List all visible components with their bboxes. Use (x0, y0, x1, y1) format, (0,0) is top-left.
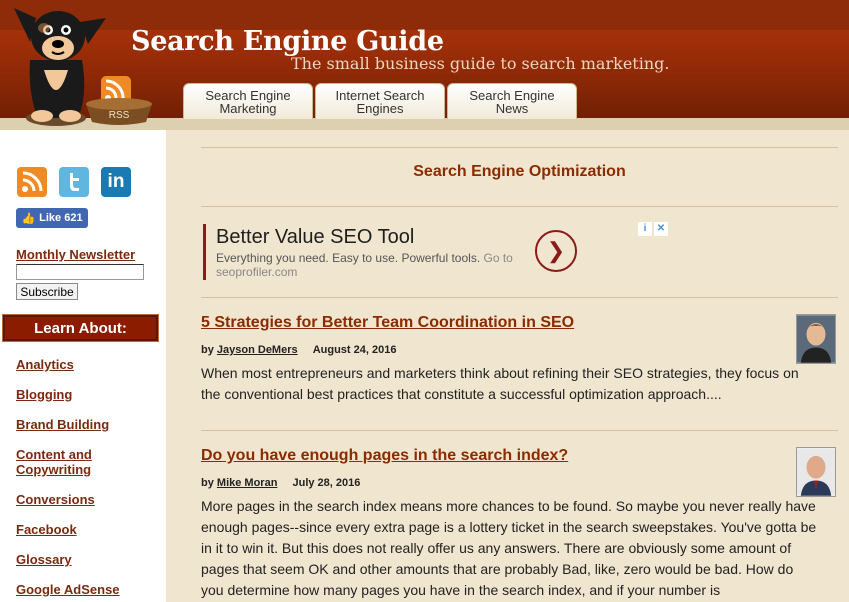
chevron-right-icon: ❯ (546, 238, 566, 263)
category-link-google-adsense[interactable]: Google AdSense (16, 582, 156, 597)
category-link-analytics[interactable]: Analytics (16, 357, 156, 372)
byline-prefix: by (201, 477, 214, 489)
newsletter-email-input[interactable] (16, 264, 144, 280)
like-count: Like 621 (39, 212, 83, 224)
divider (201, 430, 838, 431)
category-link-brand-building[interactable]: Brand Building (16, 417, 156, 432)
tab-search-engine-news[interactable]: Search Engine News (447, 83, 577, 119)
author-avatar[interactable] (796, 314, 836, 364)
author-photo-icon (797, 448, 835, 496)
author-avatar[interactable] (796, 447, 836, 497)
category-link-blogging[interactable]: Blogging (16, 387, 156, 402)
category-link-conversions[interactable]: Conversions (16, 492, 156, 507)
linkedin-icon: in (107, 171, 125, 192)
divider (201, 147, 838, 148)
tab-internet-search-engines[interactable]: Internet Search Engines (315, 83, 445, 119)
subscribe-button[interactable]: Subscribe (16, 283, 78, 300)
main-nav-tabs: Search Engine Marketing Internet Search … (183, 83, 579, 119)
article-title-link[interactable]: 5 Strategies for Better Team Coordinatio… (201, 314, 574, 332)
article-excerpt: When most entrepreneurs and marketers th… (201, 365, 799, 402)
section-title: Search Engine Optimization (413, 163, 626, 180)
category-link-glossary[interactable]: Glossary (16, 552, 156, 567)
site-tagline: The small business guide to search marke… (291, 54, 670, 73)
ad-arrow-button[interactable]: ❯ (535, 230, 577, 272)
article-date: July 28, 2016 (292, 477, 361, 489)
rss-icon (22, 171, 43, 192)
ad-banner[interactable]: Better Value SEO Tool Everything you nee… (203, 224, 584, 280)
article-byline: by Jayson DeMers August 24, 2016 (201, 344, 396, 356)
article-date: August 24, 2016 (312, 344, 397, 356)
tab-search-engine-marketing[interactable]: Search Engine Marketing (183, 83, 313, 119)
learn-about-heading: Learn About: (2, 314, 159, 342)
facebook-like-button[interactable]: 👍 Like 621 (16, 208, 88, 228)
ad-choices: i ✕ (638, 222, 668, 236)
category-link-content-and-copywriting[interactable]: Content and Copywriting (16, 447, 106, 477)
article-byline: by Mike Moran July 28, 2016 (201, 477, 360, 489)
ad-info-icon[interactable]: i (638, 222, 652, 236)
divider (201, 297, 838, 298)
rss-feed-button[interactable] (17, 167, 47, 197)
twitter-button[interactable] (59, 167, 89, 197)
author-link[interactable]: Mike Moran (217, 477, 278, 489)
article-excerpt: More pages in the search index means mor… (201, 498, 817, 598)
twitter-icon (70, 173, 79, 191)
article-title-link[interactable]: Do you have enough pages in the search i… (201, 447, 568, 465)
rss-label: RSS (109, 110, 130, 121)
author-link[interactable]: Jayson DeMers (217, 344, 298, 356)
author-photo-icon (797, 315, 835, 363)
site-title[interactable]: Search Engine Guide (131, 26, 444, 57)
newsletter-link[interactable]: Monthly Newsletter (16, 247, 135, 262)
ad-close-icon[interactable]: ✕ (654, 222, 668, 236)
ad-description: Everything you need. Easy to use. Powerf… (216, 251, 481, 265)
ad-body: Everything you need. Easy to use. Powerf… (216, 251, 524, 279)
byline-prefix: by (201, 344, 214, 356)
thumbs-up-icon: 👍 (21, 212, 36, 225)
linkedin-button[interactable]: in (101, 167, 131, 197)
divider (201, 206, 838, 207)
category-link-facebook[interactable]: Facebook (16, 522, 156, 537)
ad-title[interactable]: Better Value SEO Tool (216, 226, 414, 249)
rss-bowl-icon[interactable]: RSS (84, 76, 154, 126)
